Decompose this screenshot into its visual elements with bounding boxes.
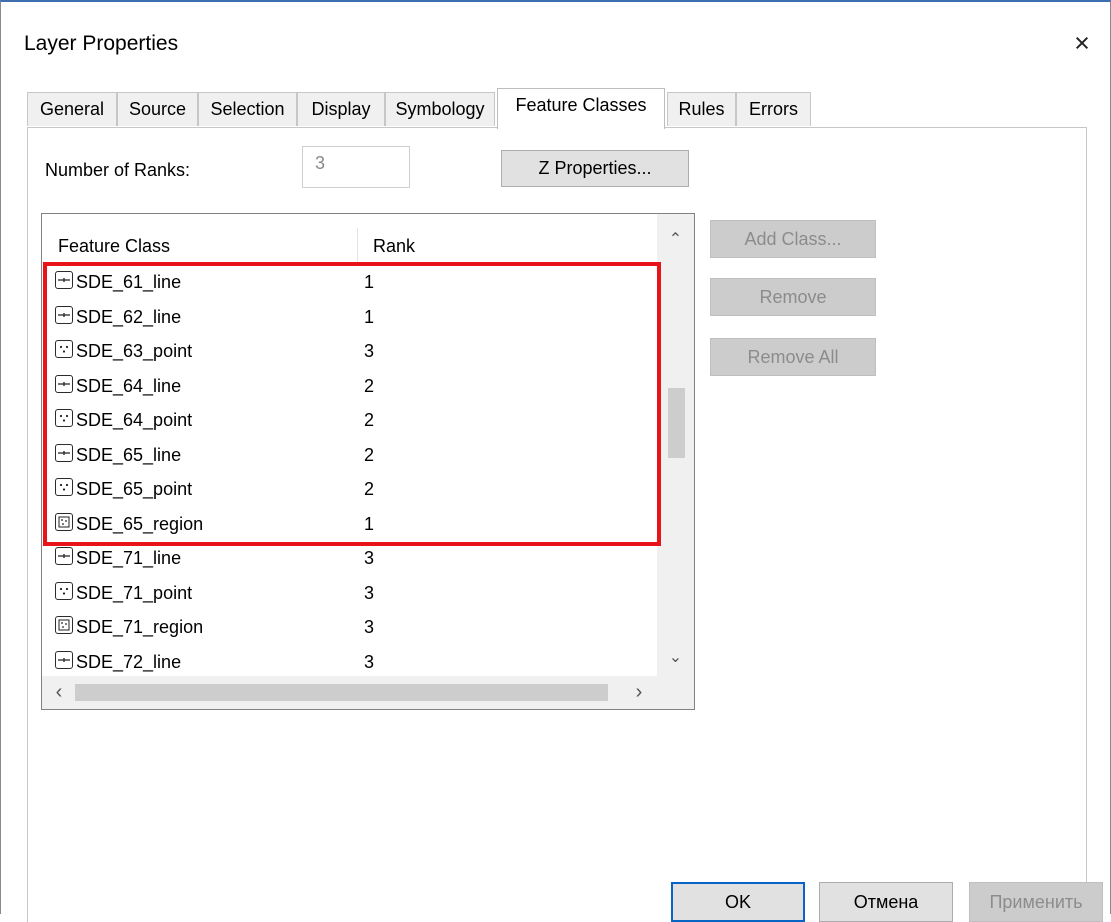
z-properties-button[interactable]: Z Properties... — [501, 150, 689, 187]
title-bar: Layer Properties × — [1, 2, 1110, 88]
feature-class-rank: 3 — [364, 548, 375, 568]
point-feature-icon — [55, 340, 73, 358]
feature-class-name: SDE_61_line — [76, 272, 182, 292]
feature-class-rank: 2 — [364, 410, 375, 430]
tab-display[interactable]: Display — [297, 92, 385, 126]
table-row[interactable]: SDE_64_line 2 — [42, 369, 656, 403]
feature-class-rank: 1 — [364, 513, 375, 534]
table-row[interactable]: SDE_65_point 2 — [42, 472, 656, 506]
scroll-left-icon[interactable]: ‹ — [44, 676, 74, 709]
table-row[interactable]: SDE_71_point 3 — [42, 576, 656, 610]
table-row[interactable]: SDE_61_line 1 — [42, 265, 656, 299]
number-of-ranks-field[interactable]: 3 — [302, 146, 410, 188]
feature-class-name: SDE_72_line — [76, 651, 182, 672]
tab-source[interactable]: Source — [117, 92, 198, 126]
line-feature-icon — [55, 305, 73, 324]
point-feature-icon — [55, 409, 73, 427]
vertical-scroll-thumb[interactable] — [668, 388, 685, 458]
feature-class-rank: 2 — [364, 479, 375, 499]
feature-class-rank: 3 — [364, 651, 375, 672]
line-feature-icon — [55, 547, 73, 565]
table-row[interactable]: SDE_65_region 1 — [42, 507, 656, 541]
feature-class-rank: 2 — [364, 444, 375, 465]
close-icon[interactable]: × — [1067, 28, 1097, 58]
column-separator — [357, 228, 358, 262]
cancel-button[interactable]: Отмена — [819, 882, 953, 922]
feature-class-rank: 1 — [364, 272, 375, 292]
tab-rules[interactable]: Rules — [667, 92, 736, 126]
feature-class-rank: 1 — [364, 306, 375, 327]
tab-strip: General Source Selection Display Symbolo… — [27, 88, 1087, 129]
dialog-window: Layer Properties × General Source Select… — [0, 0, 1111, 922]
tab-symbology[interactable]: Symbology — [385, 92, 495, 126]
feature-class-list[interactable]: Feature Class Rank SDE_61_line 1 SDE_62_li… — [41, 213, 695, 710]
feature-class-name: SDE_64_point — [76, 410, 193, 430]
table-row[interactable]: SDE_63_point 3 — [42, 334, 656, 368]
tab-selection[interactable]: Selection — [198, 92, 297, 126]
window-title: Layer Properties — [24, 32, 179, 55]
feature-class-name: SDE_71_point — [76, 582, 193, 603]
table-row[interactable]: SDE_72_line 3 — [42, 645, 656, 679]
point-feature-icon — [55, 581, 73, 600]
vertical-scrollbar[interactable]: ⌃ ⌄ — [657, 214, 694, 676]
line-feature-icon — [55, 650, 73, 669]
scroll-right-icon[interactable]: › — [624, 676, 654, 709]
column-header-rank[interactable]: Rank — [373, 227, 415, 265]
feature-class-rank: 3 — [364, 582, 375, 603]
feature-class-name: SDE_65_line — [76, 444, 182, 465]
tab-general[interactable]: General — [27, 92, 117, 126]
column-header-feature-class[interactable]: Feature Class — [58, 227, 170, 265]
feature-class-name: SDE_62_line — [76, 306, 182, 327]
feature-class-name: SDE_71_region — [76, 617, 204, 637]
feature-class-rank: 3 — [364, 617, 375, 637]
horizontal-scroll-thumb[interactable] — [75, 684, 608, 701]
point-feature-icon — [55, 478, 73, 496]
region-feature-icon — [55, 616, 73, 634]
region-feature-icon — [55, 512, 73, 531]
apply-button[interactable]: Применить — [969, 882, 1103, 922]
horizontal-scrollbar[interactable]: ‹ › — [42, 676, 657, 709]
line-feature-icon — [55, 374, 73, 393]
tab-errors[interactable]: Errors — [736, 92, 811, 126]
remove-button[interactable]: Remove — [710, 278, 876, 316]
feature-class-rank: 3 — [364, 341, 375, 361]
remove-all-button[interactable]: Remove All — [710, 338, 876, 376]
table-row[interactable]: SDE_71_line 3 — [42, 541, 656, 575]
line-feature-icon — [55, 443, 73, 462]
table-row[interactable]: SDE_64_point 2 — [42, 403, 656, 437]
table-row[interactable]: SDE_62_line 1 — [42, 300, 656, 334]
feature-class-rank: 2 — [364, 375, 375, 396]
add-class-button[interactable]: Add Class... — [710, 220, 876, 258]
ok-button[interactable]: OK — [671, 882, 805, 922]
feature-class-name: SDE_65_point — [76, 479, 193, 499]
scroll-down-icon[interactable]: ⌄ — [657, 644, 694, 672]
number-of-ranks-label: Number of Ranks: — [45, 160, 191, 180]
feature-class-name: SDE_65_region — [76, 513, 204, 534]
scrollbar-corner — [657, 676, 694, 709]
feature-class-name: SDE_63_point — [76, 341, 193, 361]
scroll-up-icon[interactable]: ⌃ — [657, 226, 694, 254]
feature-class-name: SDE_71_line — [76, 548, 182, 568]
feature-class-name: SDE_64_line — [76, 375, 182, 396]
table-row[interactable]: SDE_65_line 2 — [42, 438, 656, 472]
table-row[interactable]: SDE_71_region 3 — [42, 610, 656, 644]
tab-feature-classes[interactable]: Feature Classes — [497, 88, 665, 129]
line-feature-icon — [55, 271, 73, 289]
